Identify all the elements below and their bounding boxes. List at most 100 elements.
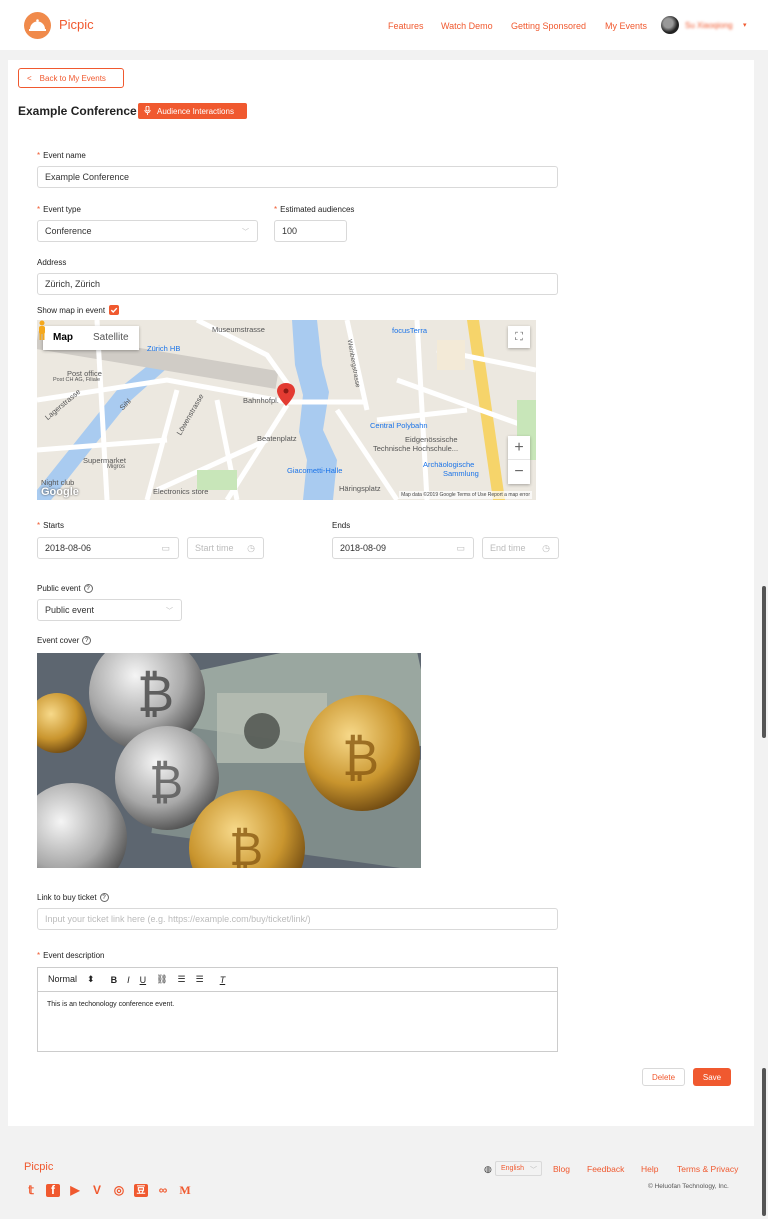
chevron-down-icon: ﹀	[242, 229, 249, 236]
end-time-placeholder: End time	[490, 543, 526, 553]
map-attribution[interactable]: Map data ©2019 Google Terms of Use Repor…	[399, 491, 532, 499]
italic-icon[interactable]: I	[127, 975, 130, 985]
nav-features[interactable]: Features	[388, 21, 424, 31]
map-label-bahnhofpl: Bahnhofpl.	[243, 396, 279, 405]
vimeo-icon[interactable]: V	[90, 1184, 104, 1197]
back-button[interactable]: < Back to My Events	[18, 68, 124, 88]
fullscreen-icon[interactable]: ⛶	[508, 326, 530, 348]
ordered-list-icon[interactable]: ☰	[178, 974, 186, 985]
youtube-icon[interactable]: ▶	[68, 1184, 82, 1197]
link-icon[interactable]: ⛓	[156, 974, 167, 985]
map-label-post-office-sub: Post CH AG, Filiale	[53, 377, 101, 383]
nav-getting-sponsored[interactable]: Getting Sponsored	[511, 21, 586, 31]
scrollbar-thumb-secondary[interactable]	[762, 1068, 766, 1216]
help-icon[interactable]: ?	[82, 636, 92, 646]
underline-icon[interactable]: U	[140, 975, 147, 985]
event-cover-image[interactable]: ₿ ₿ ₿ ₿	[37, 653, 421, 868]
map-label-haeringsplatz: Häringsplatz	[339, 484, 381, 493]
zoom-in-icon[interactable]: +	[508, 436, 530, 460]
bold-icon[interactable]: B	[111, 975, 118, 985]
map-type-satellite-button[interactable]: Satellite	[83, 326, 139, 350]
top-header	[0, 0, 768, 50]
nav-my-events[interactable]: My Events	[605, 21, 647, 31]
footer-link-help[interactable]: Help	[641, 1164, 658, 1174]
map-label-eth: Eidgenössische	[405, 435, 458, 444]
audience-interactions-label: Audience Interactions	[157, 106, 234, 116]
audiences-input[interactable]: 100	[274, 220, 347, 242]
nav-watch-demo[interactable]: Watch Demo	[441, 21, 493, 31]
event-type-label: * Event type	[37, 205, 81, 214]
audience-interactions-button[interactable]: Audience Interactions	[138, 103, 247, 119]
page-title: Example Conference	[18, 104, 137, 118]
show-map-checkbox[interactable]	[109, 305, 120, 315]
svg-text:₿: ₿	[229, 822, 263, 868]
clock-icon: ◷	[542, 543, 550, 553]
end-time-input[interactable]: End time ◷	[482, 537, 559, 559]
map-label-central-polybahn: Central Polybahn	[370, 421, 428, 430]
address-input[interactable]: Zürich, Zürich	[37, 273, 558, 295]
start-date-input[interactable]: 2018-08-06 ▭	[37, 537, 179, 559]
google-logo: Google	[41, 486, 79, 498]
brand-name[interactable]: Picpic	[59, 17, 94, 32]
footer-link-blog[interactable]: Blog	[553, 1164, 570, 1174]
ends-label: Ends	[332, 521, 351, 530]
starts-label: * Starts	[37, 521, 65, 530]
facebook-icon[interactable]: f	[46, 1184, 60, 1197]
sort-icon: ⬍	[87, 974, 95, 984]
footer-link-terms[interactable]: Terms & Privacy	[677, 1164, 738, 1174]
pegman-icon[interactable]	[37, 320, 47, 340]
copyright-text: © Heluofan Technology, Inc.	[648, 1183, 729, 1190]
map-label-electronics: Electronics store	[153, 487, 209, 496]
help-icon[interactable]: ?	[99, 893, 109, 903]
end-date-input[interactable]: 2018-08-09 ▭	[332, 537, 474, 559]
user-name[interactable]: Su Xiaoqiong	[685, 21, 733, 30]
editor-toolbar: Normal ⬍ B I U ⛓ ☰ ☰ T	[38, 968, 557, 992]
check-icon	[110, 307, 118, 314]
rich-text-editor: Normal ⬍ B I U ⛓ ☰ ☰ T This is an techon…	[37, 967, 558, 1052]
zoom-out-icon[interactable]: −	[508, 460, 530, 484]
format-select[interactable]: Normal ⬍	[48, 974, 95, 985]
public-event-select[interactable]: Public event ﹀	[37, 599, 182, 621]
bullet-list-icon[interactable]: ☰	[196, 974, 204, 985]
editor-body[interactable]: This is an techonology conference event.	[38, 992, 557, 1017]
map-label-giacometti: Giacometti-Halle	[287, 466, 343, 475]
instagram-icon[interactable]: ◎	[112, 1184, 126, 1197]
twitter-icon[interactable]: 𝕥	[24, 1184, 38, 1197]
map-type-map-button[interactable]: Map	[43, 326, 83, 350]
show-map-label: Show map in event	[37, 305, 106, 315]
event-name-label: * Event name	[37, 151, 86, 160]
zoom-control: + −	[508, 436, 530, 484]
map-view[interactable]: Museumstrasse focusTerra Zürich HB Post …	[37, 320, 536, 500]
chevron-down-icon[interactable]: ▾	[743, 21, 747, 29]
clock-icon: ◷	[247, 543, 255, 553]
douban-icon[interactable]: 豆	[134, 1184, 148, 1197]
footer-link-feedback[interactable]: Feedback	[587, 1164, 624, 1174]
footer-brand[interactable]: Picpic	[24, 1161, 53, 1173]
event-type-select[interactable]: Conference ﹀	[37, 220, 258, 242]
avatar[interactable]	[661, 16, 679, 34]
map-type-control: Map Satellite	[43, 326, 139, 350]
map-label-archaeo-2: Sammlung	[443, 469, 479, 478]
clear-format-icon[interactable]: T	[220, 975, 226, 985]
map-label-museumstrasse: Museumstrasse	[212, 325, 265, 334]
calendar-icon: ▭	[161, 543, 170, 553]
weibo-icon[interactable]: ∞	[156, 1184, 170, 1197]
public-event-label: Public event?	[37, 584, 93, 594]
calendar-icon: ▭	[456, 543, 465, 553]
delete-button[interactable]: Delete	[642, 1068, 685, 1086]
medium-icon[interactable]: M	[178, 1184, 192, 1197]
event-name-input[interactable]: Example Conference	[37, 166, 558, 188]
audiences-label: * Estimated audiences	[274, 205, 355, 214]
language-select[interactable]: English ﹀	[495, 1161, 542, 1176]
save-button[interactable]: Save	[693, 1068, 731, 1086]
address-label: Address	[37, 258, 67, 267]
microphone-icon	[144, 105, 151, 117]
start-time-input[interactable]: Start time ◷	[187, 537, 264, 559]
scrollbar-thumb[interactable]	[762, 586, 766, 738]
logo-icon[interactable]	[24, 12, 51, 39]
show-map-row: Show map in event	[37, 305, 120, 315]
social-links: 𝕥 f ▶ V ◎ 豆 ∞ M	[24, 1184, 192, 1197]
ticket-link-input[interactable]: Input your ticket link here (e.g. https:…	[37, 908, 558, 930]
map-label-archaeo: Archäologische	[423, 460, 475, 469]
help-icon[interactable]: ?	[83, 584, 93, 594]
